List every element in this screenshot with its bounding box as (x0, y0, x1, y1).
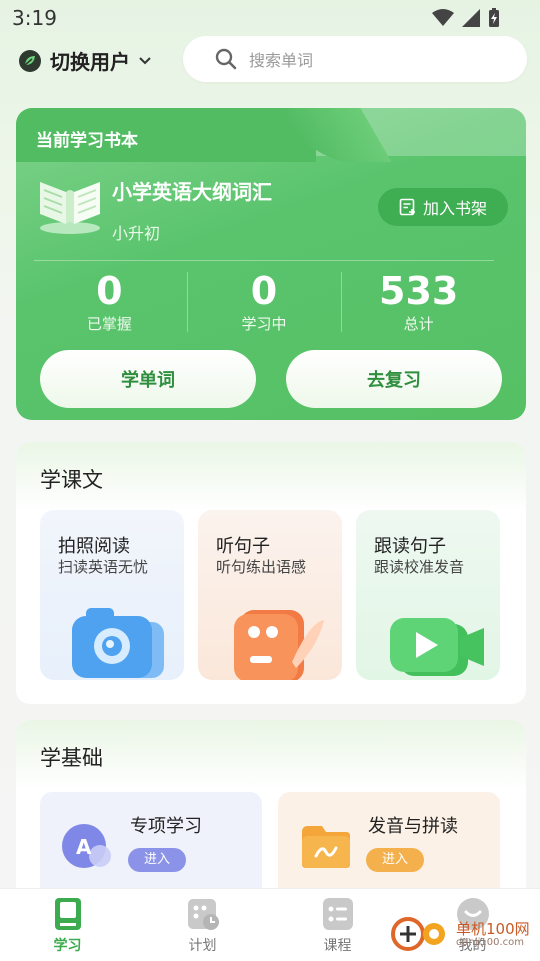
signal-icon (462, 9, 480, 27)
status-bar: 3:19 (0, 0, 540, 36)
book-stats: 0 已掌握 0 学习中 533 总计 (32, 268, 496, 338)
text-learning-section: 学课文 拍照阅读 扫读英语无忧 听句子 听句练出语感 跟读句子 跟读校准发音 (16, 442, 526, 704)
switch-user-button[interactable]: 切换用户 (18, 46, 152, 75)
status-time: 3:19 (12, 6, 57, 30)
bookshelf-add-icon (399, 198, 415, 216)
stat-mastered: 0 已掌握 (32, 268, 187, 338)
nav-label: 课程 (323, 938, 352, 954)
follow-reading-tile[interactable]: 跟读句子 跟读校准发音 (356, 510, 500, 680)
basics-section-title: 学基础 (40, 746, 103, 770)
enter-button[interactable]: 进入 (366, 848, 424, 872)
watermark-text-block: 单机100网 danji100.com (456, 921, 530, 948)
list-icon (322, 898, 353, 930)
current-book-card: 当前学习书本 小学英语大纲词汇 小升初 加入书架 0 已掌握 0 学习中 533… (16, 108, 526, 420)
enter-button[interactable]: 进入 (128, 848, 186, 872)
stat-learning-value: 0 (250, 269, 278, 313)
watermark: 单机100网 danji100.com (390, 914, 530, 954)
watermark-text: 单机100网 (456, 919, 530, 938)
nav-course[interactable]: 课程 (270, 889, 405, 961)
add-to-shelf-button[interactable]: 加入书架 (378, 188, 508, 226)
battery-icon (489, 8, 499, 27)
switch-user-label: 切换用户 (50, 50, 130, 74)
card-title: 发音与拼读 (368, 816, 458, 837)
listen-sentence-tile[interactable]: 听句子 听句练出语感 (198, 510, 342, 680)
book-title: 小学英语大纲词汇 (112, 180, 272, 204)
search-placeholder: 搜索单词 (249, 51, 314, 70)
svg-text:A: A (76, 835, 92, 859)
search-input[interactable]: 搜索单词 (183, 36, 527, 82)
top-bar: 切换用户 搜索单词 (0, 36, 540, 86)
status-icons (432, 8, 500, 28)
stat-total: 533 总计 (341, 268, 496, 338)
chevron-down-icon (139, 56, 151, 64)
nav-plan[interactable]: 计划 (135, 889, 270, 961)
open-book-icon (40, 182, 100, 234)
wifi-icon (432, 9, 454, 26)
current-book-label: 当前学习书本 (36, 131, 138, 151)
book-icon (54, 898, 81, 930)
folder-wave-icon (302, 826, 350, 868)
tile-subtitle: 跟读校准发音 (374, 558, 465, 576)
add-to-shelf-label: 加入书架 (422, 199, 487, 218)
card-title: 专项学习 (130, 816, 202, 837)
calendar-clock-icon (187, 899, 219, 930)
stat-total-value: 533 (379, 269, 459, 313)
stat-mastered-label: 已掌握 (86, 315, 132, 333)
search-icon (215, 48, 237, 70)
nav-study[interactable]: 学习 (0, 889, 135, 961)
stat-mastered-value: 0 (96, 269, 123, 313)
tile-subtitle: 扫读英语无忧 (58, 558, 149, 576)
stat-learning: 0 学习中 (186, 268, 342, 338)
quote-feather-icon (234, 610, 324, 680)
camera-icon (72, 608, 164, 678)
video-camera-icon (390, 618, 484, 676)
photo-reading-tile[interactable]: 拍照阅读 扫读英语无忧 (40, 510, 184, 680)
letter-a-icon: A (62, 824, 111, 868)
nav-label: 学习 (53, 938, 82, 954)
text-section-title: 学课文 (40, 468, 103, 492)
tile-title: 听句子 (216, 536, 270, 557)
pronunciation-card[interactable]: 发音与拼读 进入 (278, 792, 500, 902)
stat-total-label: 总计 (403, 315, 434, 333)
learn-words-button[interactable]: 学单词 (40, 350, 256, 408)
book-actions: 学单词 去复习 (40, 350, 502, 408)
tile-title: 拍照阅读 (58, 536, 130, 557)
tile-subtitle: 听句练出语感 (216, 558, 307, 576)
card-divider (34, 260, 494, 261)
stat-learning-label: 学习中 (241, 315, 287, 333)
book-subtitle: 小升初 (112, 224, 161, 243)
special-study-card[interactable]: A 专项学习 进入 (40, 792, 262, 902)
review-button[interactable]: 去复习 (286, 350, 502, 408)
leaf-logo-icon (19, 49, 41, 72)
watermark-logo-icon (391, 917, 445, 951)
watermark-url: danji100.com (456, 936, 524, 948)
nav-label: 计划 (188, 938, 217, 954)
tile-title: 跟读句子 (374, 536, 446, 557)
